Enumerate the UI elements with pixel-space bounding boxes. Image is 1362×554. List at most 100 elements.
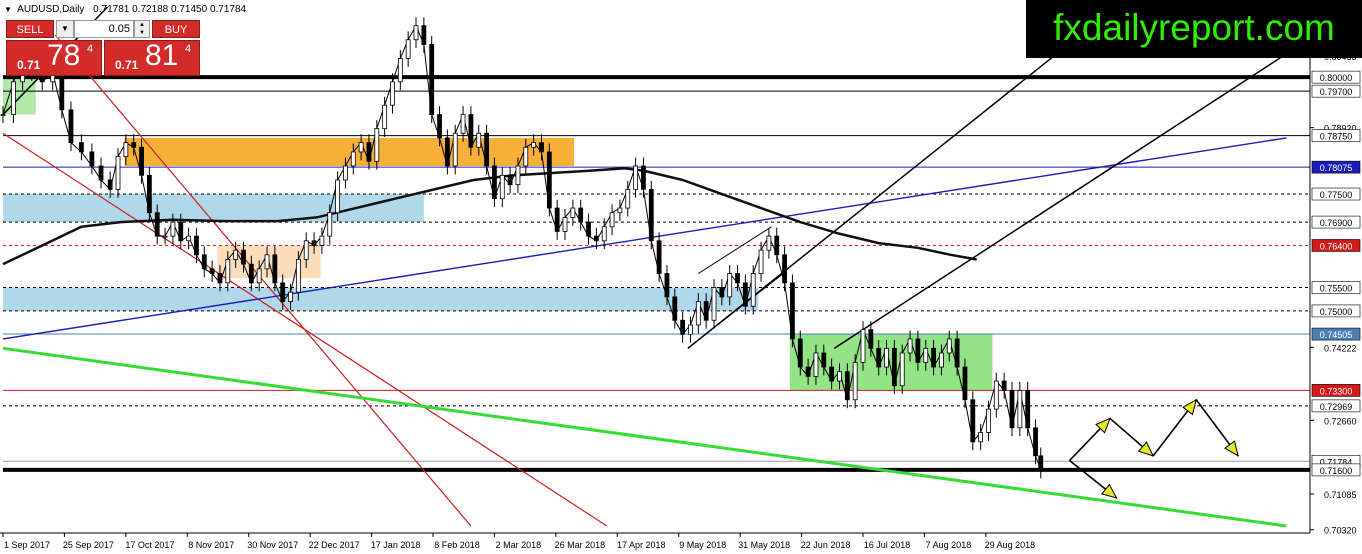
price-candle: [178, 221, 184, 242]
price-candle: [1038, 455, 1044, 471]
price-candle: [993, 380, 999, 410]
price-candle: [844, 371, 850, 401]
price-candle: [319, 235, 325, 246]
price-candle: [162, 235, 168, 238]
price-candle: [107, 179, 113, 190]
price-candle: [131, 142, 137, 148]
trendline-5: [833, 53, 1287, 349]
x-tick-label: 26 Mar 2018: [555, 540, 606, 550]
zone-1: [124, 137, 575, 166]
zone-5: [789, 334, 993, 391]
price-candle: [146, 174, 152, 214]
price-candle: [390, 81, 395, 106]
price-candle: [790, 282, 795, 340]
dropdown-triangle-icon[interactable]: ▼: [4, 5, 12, 14]
buy-price-big: 81: [145, 39, 179, 72]
price-candle: [829, 366, 835, 382]
price-candle: [837, 371, 842, 382]
buy-button[interactable]: BUY: [152, 20, 200, 38]
price-candle: [123, 142, 129, 158]
price-candle: [986, 408, 991, 433]
x-tick-label: 17 Jan 2018: [371, 540, 421, 550]
price-candle: [978, 432, 984, 443]
price-candle: [688, 324, 693, 335]
price-candle: [735, 273, 740, 284]
level-label: 0.74505: [1320, 330, 1353, 340]
y-tick-label: 0.72660: [1324, 416, 1357, 426]
sell-price-panel[interactable]: 0.71 78 4: [6, 39, 102, 76]
price-candle: [609, 212, 615, 228]
price-candle: [303, 240, 309, 260]
price-candle: [98, 165, 104, 181]
level-label: 0.76400: [1320, 241, 1353, 251]
price-candle: [742, 282, 748, 307]
level-label: 0.76900: [1320, 218, 1353, 228]
x-tick-label: 16 Jul 2018: [864, 540, 911, 550]
price-line: [2, 24, 1042, 471]
level-label: 0.77500: [1320, 190, 1353, 200]
price-candle: [59, 72, 65, 111]
price-candle: [366, 142, 372, 162]
level-label: 0.73300: [1320, 386, 1353, 396]
x-tick-label: 2 Mar 2018: [496, 540, 542, 550]
level-label: 0.75000: [1320, 307, 1353, 317]
chart-header: ▼ AUDUSD,Daily 0.71781 0.72188 0.71450 0…: [4, 4, 246, 15]
price-candle: [899, 352, 905, 387]
price-candle: [962, 366, 968, 401]
price-candle: [884, 347, 889, 368]
price-candle: [664, 273, 670, 298]
price-candle: [515, 165, 521, 186]
price-candle: [593, 235, 599, 242]
price-candle: [1017, 389, 1023, 429]
price-candle: [625, 188, 631, 209]
price-candle: [217, 273, 223, 284]
price-candle: [476, 132, 482, 148]
price-candle: [209, 268, 215, 274]
forecast-layer: [1068, 398, 1239, 499]
sell-button[interactable]: SELL: [6, 20, 54, 38]
price-candle: [233, 249, 239, 260]
symbol-label: AUDUSD,Daily: [17, 4, 85, 15]
sell-price-prefix: 0.71: [17, 58, 41, 72]
price-candle: [327, 212, 333, 237]
price-candle: [374, 128, 380, 162]
price-candle: [492, 165, 497, 200]
level-label: 0.75500: [1320, 284, 1353, 294]
horizontal-levels-layer: [3, 75, 1310, 472]
lot-spinner-icon[interactable]: ▲ ▼: [134, 20, 150, 38]
forecast-down-arrow-head: [1101, 483, 1118, 499]
price-candle: [225, 259, 231, 284]
price-candle: [907, 338, 913, 354]
price-candle: [194, 235, 199, 256]
price-candle: [531, 142, 537, 148]
x-tick-label: 7 Aug 2018: [926, 540, 972, 550]
price-candle: [89, 151, 95, 167]
price-candle: [444, 137, 450, 167]
price-candle: [0, 114, 6, 116]
lot-dropdown-icon[interactable]: ▼: [56, 20, 74, 38]
price-candle: [421, 25, 427, 45]
price-candle: [570, 207, 576, 218]
lot-size-input[interactable]: 0.05: [74, 20, 134, 38]
price-candle: [813, 352, 819, 377]
price-candle: [695, 301, 701, 326]
price-candle: [954, 338, 960, 368]
price-candle: [468, 114, 474, 148]
level-label: 0.71600: [1320, 466, 1353, 476]
price-candle: [586, 221, 591, 237]
forecast-up-arrow-2-head: [1182, 398, 1198, 416]
price-candle: [201, 254, 207, 270]
price-candle: [617, 207, 623, 214]
price-candle: [484, 132, 489, 167]
price-candle: [821, 352, 827, 368]
price-candle: [79, 142, 84, 153]
buy-price-panel[interactable]: 0.71 81 4: [104, 39, 200, 76]
x-tick-label: 22 Jun 2018: [801, 540, 851, 550]
price-candle: [413, 25, 419, 41]
price-candle: [335, 179, 340, 214]
forecast-up-arrow-3-head: [1224, 440, 1239, 457]
price-candle: [805, 366, 811, 377]
price-candle: [523, 146, 529, 167]
one-click-trading-panel: SELL ▼ 0.05 ▲ ▼ BUY 0.71 78 4 0.71 81 4: [6, 20, 200, 76]
sell-price-pip: 4: [87, 43, 94, 55]
